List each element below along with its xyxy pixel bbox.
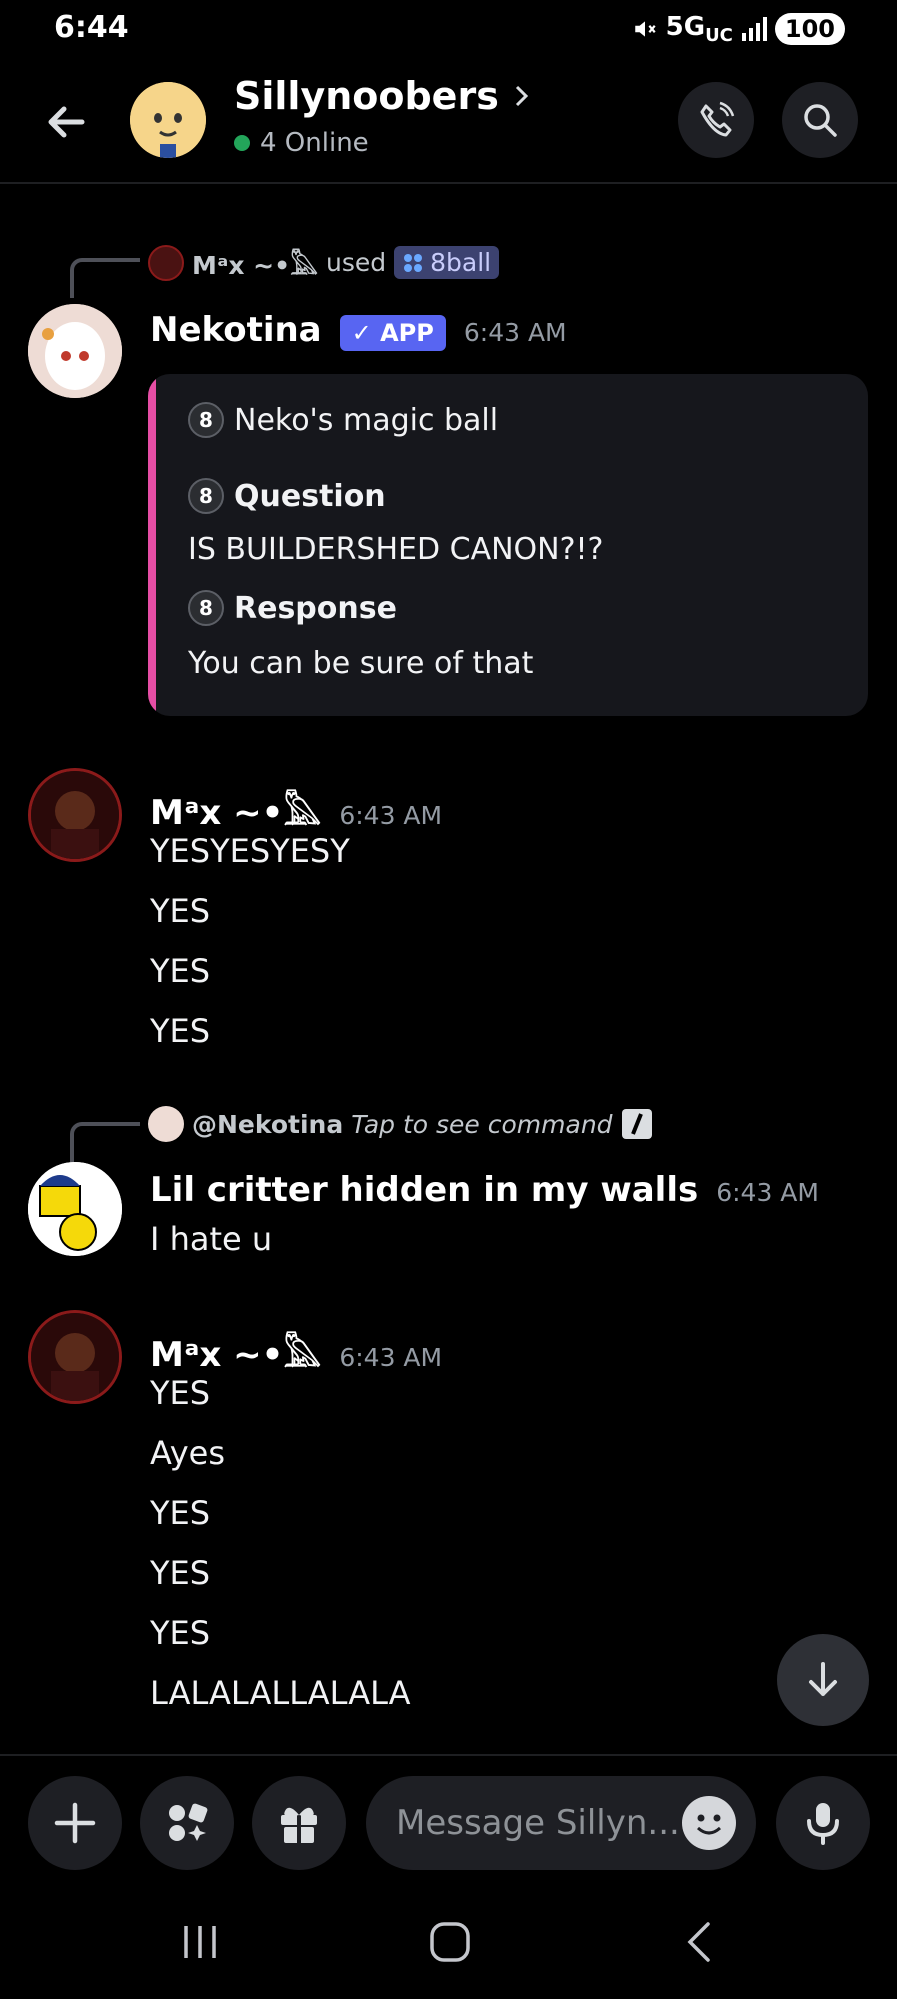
online-count: 4 Online xyxy=(234,128,369,158)
chevron-right-icon xyxy=(515,85,528,107)
channel-title[interactable]: Sillynoobers xyxy=(234,74,531,118)
command-chip[interactable]: 8ball xyxy=(394,246,500,279)
reply-hint: Tap to see command xyxy=(351,1109,613,1139)
message-line: I hate u xyxy=(150,1220,273,1258)
message-list[interactable]: Mᵃx ~•𓅓 used 8ball Nekotina ✓ APP 6:43 A… xyxy=(0,186,897,1754)
home-button[interactable] xyxy=(410,1912,490,1972)
mute-icon xyxy=(634,21,656,37)
channel-avatar[interactable] xyxy=(130,82,206,158)
microphone-icon xyxy=(807,1803,839,1845)
message-input[interactable]: Message Sillyn... xyxy=(366,1776,756,1870)
message-author[interactable]: Mᵃx ~•𓅓 6:43 AM xyxy=(150,1322,442,1378)
arrow-left-icon xyxy=(48,106,85,138)
embed-response: You can be sure of that xyxy=(188,646,534,681)
avatar[interactable] xyxy=(28,768,122,862)
reply-connector xyxy=(70,258,140,298)
message-line: YES xyxy=(150,1494,211,1532)
apps-icon xyxy=(404,253,423,272)
message-line: YES xyxy=(150,1012,211,1050)
plus-icon xyxy=(54,1802,96,1844)
apps-icon xyxy=(169,1803,208,1841)
eight-ball-icon: 8 xyxy=(188,478,224,514)
home-icon xyxy=(430,1922,470,1962)
message-line: YES xyxy=(150,1614,211,1652)
composer: Message Sillyn... xyxy=(0,1754,897,1884)
message-line: YES xyxy=(150,1554,211,1592)
avatar xyxy=(148,244,184,281)
avatar[interactable] xyxy=(28,1310,122,1404)
emoji-button[interactable] xyxy=(682,1796,736,1850)
message-time: 6:43 AM xyxy=(339,801,443,830)
message-time: 6:43 AM xyxy=(339,1343,443,1372)
slash-command-icon xyxy=(621,1109,652,1139)
message-line: YES xyxy=(150,1374,211,1412)
back-button[interactable] xyxy=(40,96,92,148)
voice-button[interactable] xyxy=(776,1776,870,1870)
recents-icon xyxy=(184,1926,216,1958)
embed-question: IS BUILDERSHED CANON?!? xyxy=(188,532,604,567)
search-button[interactable] xyxy=(782,82,858,158)
status-time: 6:44 xyxy=(54,10,129,45)
phone-icon xyxy=(700,101,735,137)
reply-connector xyxy=(70,1122,140,1162)
message-line: YESYESYESY xyxy=(150,832,350,870)
gift-button[interactable] xyxy=(252,1776,346,1870)
message-author[interactable]: Lil critter hidden in my walls 6:43 AM xyxy=(150,1170,819,1210)
online-status-dot xyxy=(234,135,250,151)
channel-name: Sillynoobers xyxy=(234,74,499,118)
avatar[interactable] xyxy=(28,1162,122,1256)
avatar xyxy=(148,1106,184,1142)
arrow-down-icon xyxy=(809,1662,837,1696)
status-indicators: 5GUC 100 xyxy=(632,12,845,46)
message-time: 6:43 AM xyxy=(463,318,567,347)
gift-icon xyxy=(281,1807,317,1843)
message-time: 6:43 AM xyxy=(716,1178,819,1207)
apps-button[interactable] xyxy=(140,1776,234,1870)
message-placeholder: Message Sillyn... xyxy=(396,1803,680,1843)
embed-card: 8 Neko's magic ball 8 Question IS BUILDE… xyxy=(148,374,868,716)
system-nav-bar xyxy=(0,1884,897,1999)
network-label: 5GUC xyxy=(665,12,733,47)
message-author[interactable]: Nekotina ✓ APP 6:43 AM xyxy=(150,310,567,351)
jump-to-bottom-button[interactable] xyxy=(777,1634,869,1726)
eight-ball-icon: 8 xyxy=(188,590,224,626)
search-icon xyxy=(804,104,837,137)
embed-title: 8 Neko's magic ball xyxy=(188,402,498,438)
app-badge: ✓ APP xyxy=(339,315,446,351)
message-line: Ayes xyxy=(150,1434,226,1472)
embed-question-label: 8 Question xyxy=(188,478,386,514)
reply-action: used xyxy=(325,248,387,277)
channel-header: Sillynoobers 4 Online xyxy=(0,64,897,184)
attach-button[interactable] xyxy=(28,1776,122,1870)
embed-response-label: 8 Response xyxy=(188,590,397,626)
battery-level: 100 xyxy=(774,13,845,46)
command-reference[interactable]: Mᵃx ~•𓅓 used 8ball xyxy=(148,242,500,283)
signal-icon xyxy=(741,17,767,42)
reply-user: Mᵃx ~•𓅓 xyxy=(192,251,318,280)
eight-ball-icon: 8 xyxy=(188,402,224,438)
message-line: YES xyxy=(150,952,211,990)
recents-button[interactable] xyxy=(160,1912,240,1972)
system-back-button[interactable] xyxy=(660,1912,740,1972)
chevron-left-icon xyxy=(687,1922,710,1962)
avatar[interactable] xyxy=(28,304,122,398)
message-line: LALALALLALALA xyxy=(150,1674,411,1712)
command-reference[interactable]: @Nekotina Tap to see command xyxy=(148,1106,653,1142)
emoji-icon xyxy=(683,1797,735,1849)
reply-user: @Nekotina xyxy=(192,1109,344,1139)
embed-accent-bar xyxy=(148,374,156,716)
message-line: YES xyxy=(150,892,211,930)
message-author[interactable]: Mᵃx ~•𓅓 6:43 AM xyxy=(150,780,442,836)
call-button[interactable] xyxy=(678,82,754,158)
status-bar: 6:44 5GUC 100 xyxy=(0,0,897,60)
